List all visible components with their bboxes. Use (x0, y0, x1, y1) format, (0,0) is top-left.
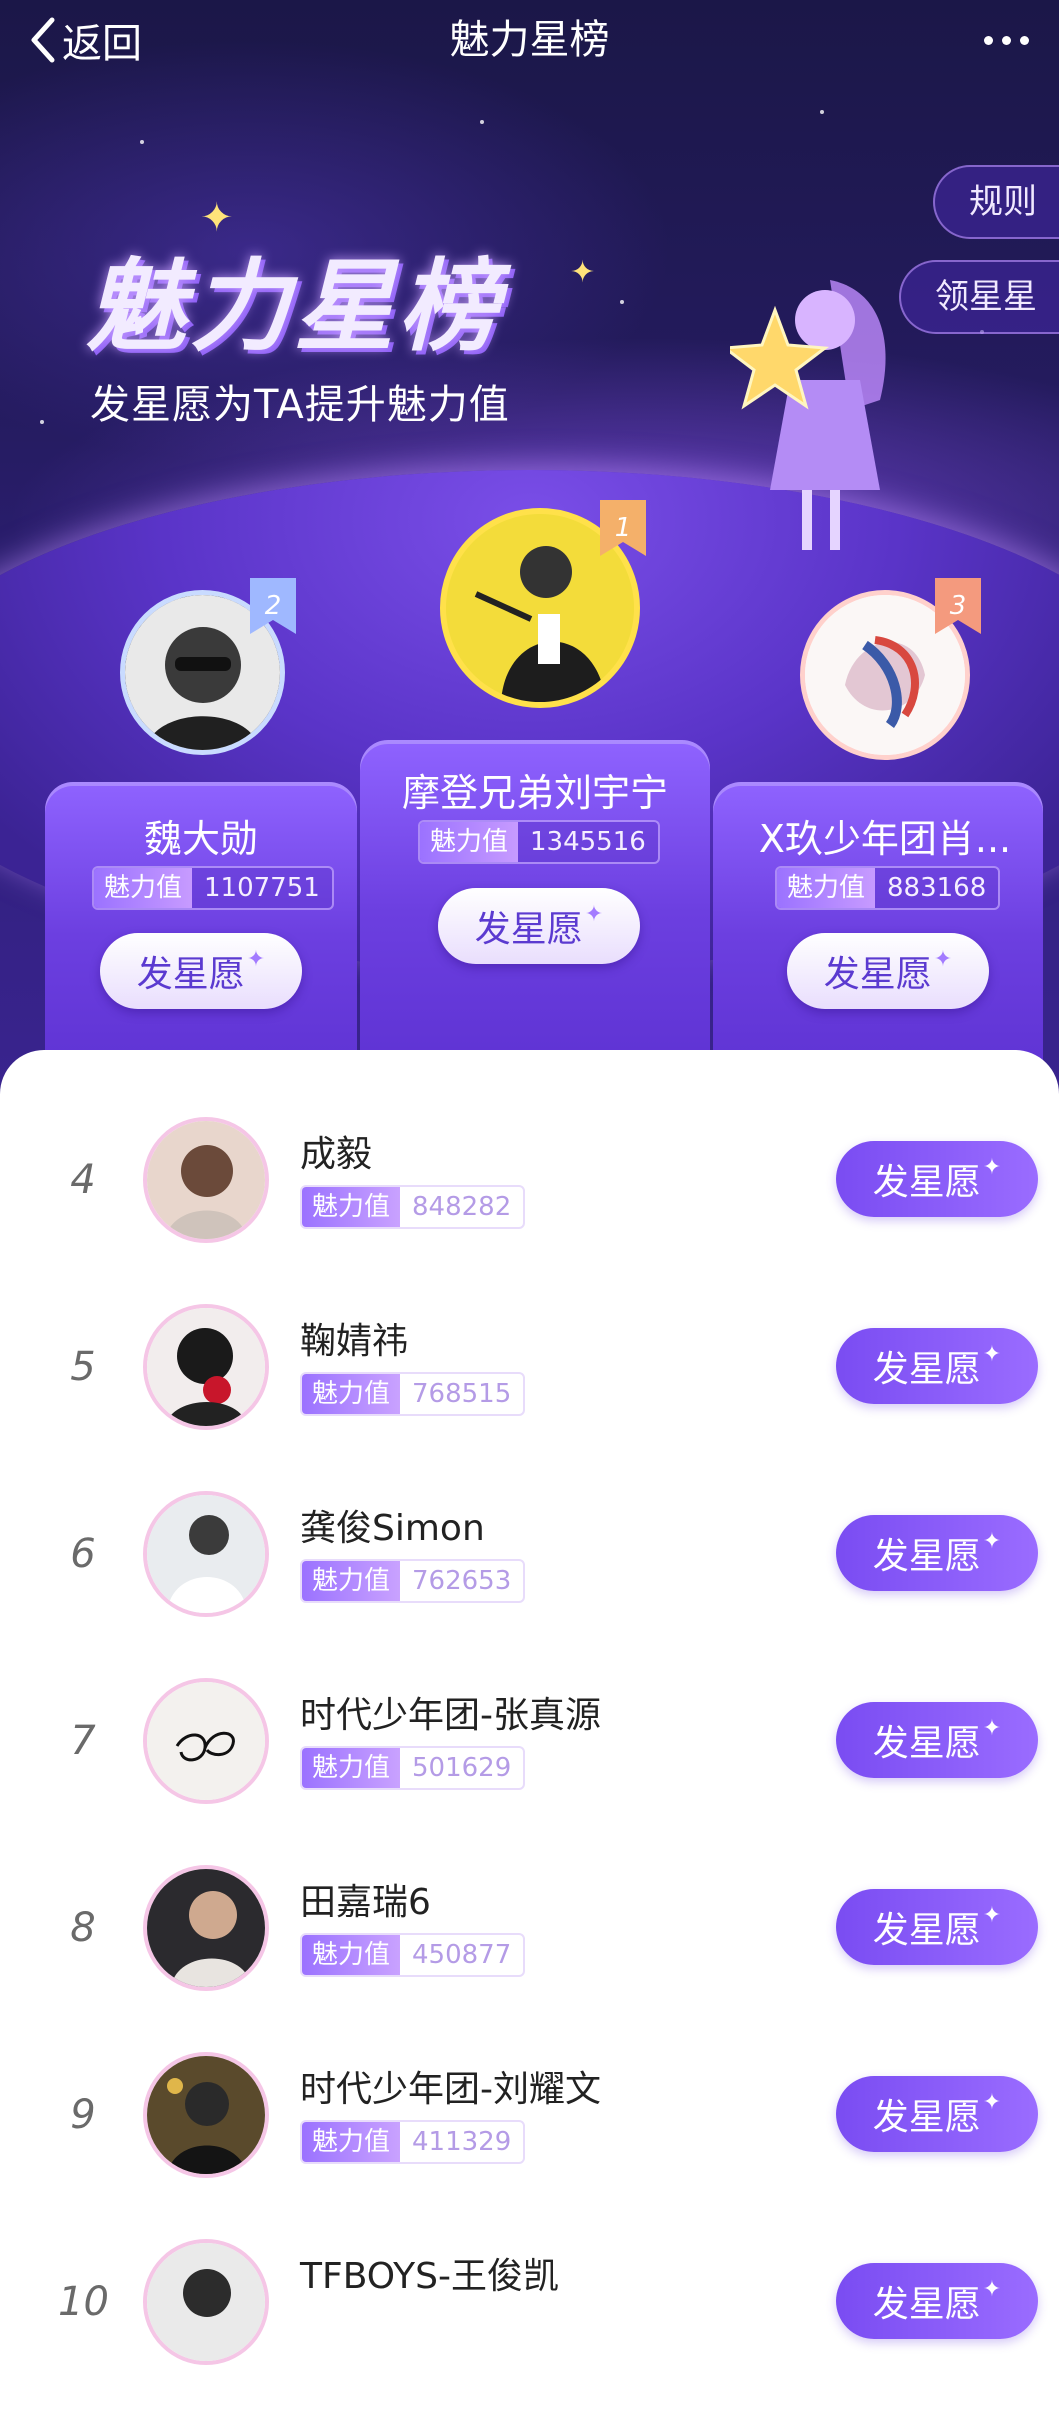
send-wish-button[interactable]: 发星愿 ✦ (836, 1141, 1038, 1217)
avatar[interactable] (143, 1678, 269, 1804)
charm-value-badge: 魅力值 1345516 (418, 820, 660, 864)
rank-number: 10 (58, 2279, 109, 2325)
list-item[interactable]: 10 TFBOYS-王俊凯 发星愿 ✦ (0, 2237, 1059, 2424)
list-item[interactable]: 5 鞠婧祎 魅力值 768515 发星愿 ✦ (0, 1302, 1059, 1489)
rank-badge: 2 (250, 578, 296, 634)
podium-name: 摩登兄弟刘宇宁 (401, 771, 668, 815)
charm-value-badge: 魅力值 883168 (775, 866, 1001, 910)
avatar[interactable] (143, 2239, 269, 2365)
star-dot (620, 300, 624, 304)
charm-value-badge: 魅力值 848282 (300, 1185, 526, 1229)
send-wish-button[interactable]: 发星愿 ✦ (836, 1515, 1038, 1591)
list-item[interactable]: 9 时代少年团-刘耀文 魅力值 411329 发星愿 ✦ (0, 2050, 1059, 2237)
send-wish-button[interactable]: 发星愿 ✦ (787, 933, 989, 1009)
podium-name: 魏大勋 (143, 817, 258, 861)
charm-value-badge: 魅力值 501629 (300, 1746, 526, 1790)
charm-value-badge: 魅力值 762653 (300, 1559, 526, 1603)
rank-number: 9 (70, 2092, 96, 2138)
avatar-image (147, 1682, 265, 1800)
list-item-name: 龚俊Simon (300, 1508, 485, 1549)
avatar[interactable] (143, 1491, 269, 1617)
send-wish-button[interactable]: 发星愿 ✦ (836, 1889, 1038, 1965)
rank-badge: 1 (600, 500, 646, 556)
list-item-name: 鞠婧祎 (300, 1321, 409, 1362)
list-item-name: 时代少年团-张真源 (300, 1695, 601, 1736)
rank-number: 8 (70, 1905, 96, 1951)
ranking-list: 4 成毅 魅力值 848282 发星愿 ✦ 5 鞠婧祎 魅力值 768515 发星愿 ✦… (0, 1050, 1059, 2365)
avatar-image (147, 1121, 265, 1239)
sparkle-icon: ✦ (570, 255, 596, 290)
send-wish-button[interactable]: 发星愿 ✦ (836, 1328, 1038, 1404)
list-item[interactable]: 6 龚俊Simon 魅力值 762653 发星愿 ✦ (0, 1489, 1059, 1676)
list-item-name: TFBOYS-王俊凯 (300, 2256, 559, 2297)
avatar-image (147, 2056, 265, 2174)
list-item[interactable]: 8 田嘉瑞6 魅力值 450877 发星愿 ✦ (0, 1863, 1059, 2050)
podium-name: X玖少年团肖... (758, 817, 1012, 861)
send-wish-button[interactable]: 发星愿 ✦ (836, 2263, 1038, 2339)
avatar[interactable] (143, 1304, 269, 1430)
page-title: 魅力星榜 (449, 17, 610, 63)
send-wish-button[interactable]: 发星愿 ✦ (836, 1702, 1038, 1778)
hero-subtitle: 发星愿为TA提升魅力值 (90, 382, 510, 428)
list-item[interactable]: 4 成毅 魅力值 848282 发星愿 ✦ (0, 1115, 1059, 1302)
avatar[interactable] (143, 2052, 269, 2178)
charm-value-badge: 魅力值 411329 (300, 2120, 526, 2164)
rank-badge: 3 (935, 578, 981, 634)
star-dot (820, 110, 824, 114)
star-girl-illustration (730, 280, 886, 550)
avatar[interactable] (143, 1117, 269, 1243)
avatar-image (147, 1869, 265, 1987)
list-item-name: 时代少年团-刘耀文 (300, 2069, 601, 2110)
send-wish-button[interactable]: 发星愿 ✦ (100, 933, 302, 1009)
avatar-image (147, 2243, 265, 2361)
avatar[interactable] (143, 1865, 269, 1991)
rank-number: 6 (70, 1531, 96, 1577)
list-item-name: 成毅 (300, 1134, 373, 1175)
avatar-image (147, 1495, 265, 1613)
send-wish-button[interactable]: 发星愿 ✦ (836, 2076, 1038, 2152)
hero-title: 魅力星榜 (86, 248, 502, 365)
list-item[interactable]: 7 时代少年团-张真源 魅力值 501629 发星愿 ✦ (0, 1676, 1059, 1863)
top-nav-bar: 返回 魅力星榜 (0, 0, 1059, 80)
list-item-name: 田嘉瑞6 (300, 1882, 431, 1923)
send-wish-button[interactable]: 发星愿 ✦ (438, 888, 640, 964)
charm-value-badge: 魅力值 768515 (300, 1372, 526, 1416)
more-icon[interactable] (971, 18, 1041, 62)
charm-value-badge: 魅力值 450877 (300, 1933, 526, 1977)
charm-value-badge: 魅力值 1107751 (92, 866, 334, 910)
claim-stars-button[interactable]: 领星星 (899, 260, 1059, 334)
rank-number: 5 (70, 1344, 96, 1390)
rank-number: 4 (70, 1157, 96, 1203)
star-dot (480, 120, 484, 124)
hero-banner: 返回 魅力星榜 规则 领星星 ✦ ✦ 魅力星榜 发星愿为TA提升魅力值 2 魏大… (0, 0, 1059, 1120)
rules-button[interactable]: 规则 (933, 165, 1059, 239)
star-dot (40, 420, 44, 424)
avatar-image (147, 1308, 265, 1426)
rank-number: 7 (70, 1718, 96, 1764)
star-dot (140, 140, 144, 144)
